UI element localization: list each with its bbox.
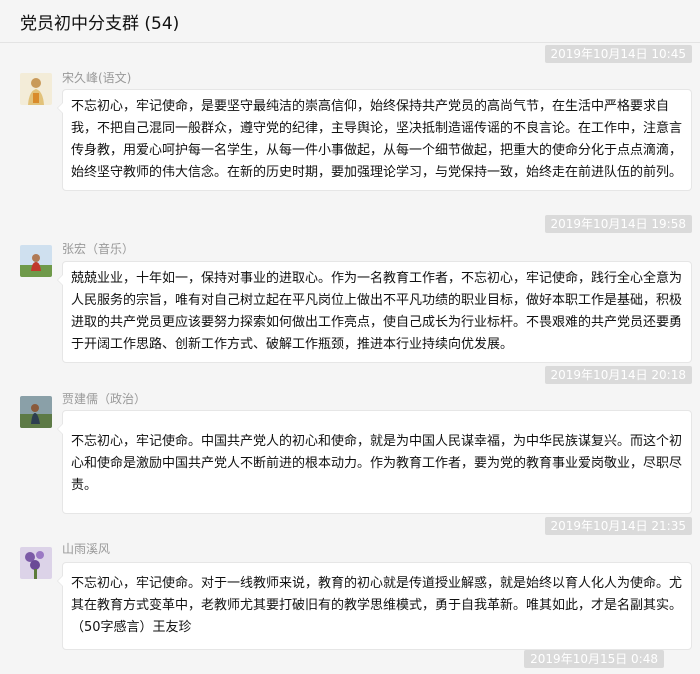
timestamp-badge: 2019年10月14日 10:45 [544,45,692,63]
message-text: 不忘初心，牢记使命。中国共产党人的初心和使命，就是为中国人民谋幸福，为中华民族谋… [71,434,683,493]
avatar[interactable] [20,73,52,105]
avatar-image [20,547,52,579]
message-bubble[interactable]: 不忘初心，牢记使命。中国共产党人的初心和使命，就是为中国人民谋幸福，为中华民族谋… [57,410,692,514]
message-text: 兢兢业业，十年如一，保持对事业的进取心。作为一名教育工作者，不忘初心，牢记使命，… [71,271,683,352]
sender-name: 贾建儒（政治） [62,392,147,406]
timestamp-badge: 2019年10月15日 0:48 [524,650,664,668]
timestamp-badge: 2019年10月14日 20:18 [544,366,692,384]
avatar-image [20,73,52,105]
message-bubble[interactable]: 不忘初心，牢记使命，是要坚守最纯洁的崇高信仰，始终保持共产党员的高尚气节，在生活… [57,89,692,191]
sender-name: 山雨溪风 [62,542,111,556]
sender-name: 宋久峰(语文) [62,71,132,85]
message-text: 不忘初心，牢记使命。对于一线教师来说，教育的初心就是传道授业解惑，就是始终以育人… [71,576,683,635]
message-list[interactable]: 2019年10月14日 10:45 宋久峰(语文) 不忘初心，牢记使命，是要坚守… [0,43,700,674]
message-bubble[interactable]: 兢兢业业，十年如一，保持对事业的进取心。作为一名教育工作者，不忘初心，牢记使命，… [57,261,692,363]
avatar[interactable] [20,396,52,428]
message-bubble[interactable]: 不忘初心，牢记使命。对于一线教师来说，教育的初心就是传道授业解惑，就是始终以育人… [57,562,692,650]
avatar-image [20,396,52,428]
avatar[interactable] [20,547,52,579]
sender-name: 张宏（音乐） [62,242,135,256]
timestamp-badge: 2019年10月14日 19:58 [544,215,692,233]
chat-title: 党员初中分支群 (54) [20,13,180,34]
avatar[interactable] [20,245,52,277]
avatar-image [20,245,52,277]
message-text: 不忘初心，牢记使命，是要坚守最纯洁的崇高信仰，始终保持共产党员的高尚气节，在生活… [71,99,683,180]
chat-header: 党员初中分支群 (54) [0,0,700,43]
timestamp-badge: 2019年10月14日 21:35 [544,517,692,535]
